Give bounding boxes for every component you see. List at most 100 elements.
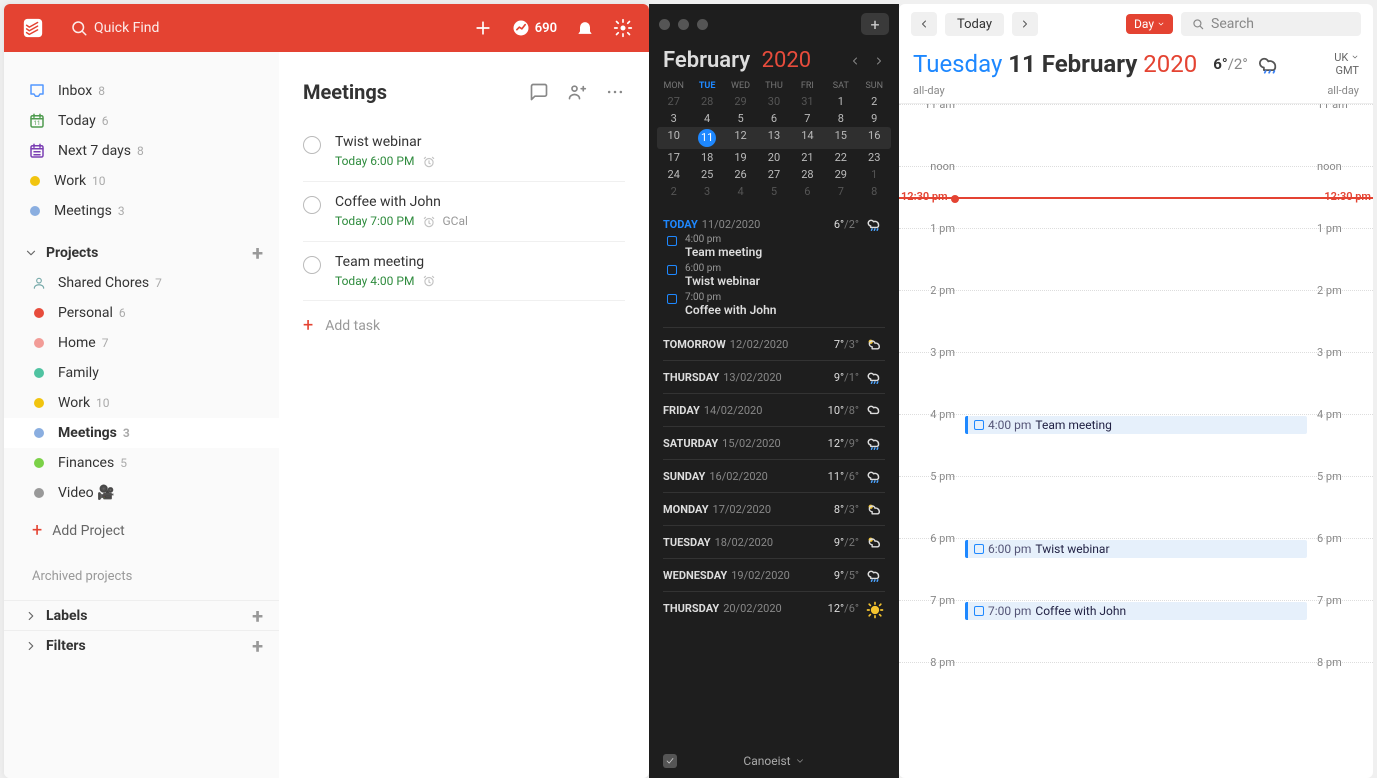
next-month-icon[interactable]	[873, 55, 885, 67]
mini-day[interactable]: 28	[690, 93, 723, 110]
pinned-project-meetings[interactable]: Meetings3	[4, 196, 279, 226]
mini-day[interactable]: 30	[757, 93, 790, 110]
mini-day[interactable]: 6	[791, 183, 824, 200]
mini-day[interactable]: 8	[824, 110, 857, 127]
prev-month-icon[interactable]	[849, 55, 861, 67]
add-icon[interactable]: +	[252, 634, 263, 658]
agenda-event[interactable]: 4:00 pmTeam meeting	[663, 232, 885, 261]
event-checkbox-icon[interactable]	[974, 606, 984, 616]
project-video[interactable]: Video 🎥	[4, 478, 279, 508]
agenda-event[interactable]: 6:00 pmTwist webinar	[663, 261, 885, 290]
filter-next-7-days[interactable]: Next 7 days8	[4, 136, 279, 166]
calendar-grid[interactable]: 11 am11 amnoonnoon1 pm1 pm2 pm2 pm3 pm3 …	[899, 104, 1373, 778]
mini-day[interactable]: 26	[724, 166, 757, 183]
project-personal[interactable]: Personal6	[4, 298, 279, 328]
task-checkbox[interactable]	[303, 256, 321, 274]
today-button[interactable]: Today	[945, 13, 1004, 36]
hour-row[interactable]: 8 pm8 pm	[899, 662, 1373, 724]
project-sharedchores[interactable]: Shared Chores7	[4, 268, 279, 298]
project-home[interactable]: Home7	[4, 328, 279, 358]
mini-day[interactable]: 2	[858, 93, 891, 110]
mini-day[interactable]: 23	[858, 149, 891, 166]
mini-day[interactable]: 29	[824, 166, 857, 183]
add-project-button[interactable]: + Add Project	[4, 508, 279, 553]
project-family[interactable]: Family	[4, 358, 279, 388]
mini-day[interactable]: 4	[724, 183, 757, 200]
mini-day[interactable]: 7	[791, 110, 824, 127]
profile-name[interactable]: Canoeist	[743, 754, 790, 768]
mini-day[interactable]: 1	[824, 93, 857, 110]
event-checkbox-icon[interactable]	[974, 420, 984, 430]
mini-day[interactable]: 21	[791, 149, 824, 166]
mini-day[interactable]: 27	[757, 166, 790, 183]
mini-day[interactable]: 15	[824, 127, 857, 149]
add-event-button[interactable]: +	[861, 13, 889, 35]
calendar-event[interactable]: 4:00 pmTeam meeting	[965, 416, 1307, 434]
mini-day[interactable]: 12	[724, 127, 757, 149]
mini-day[interactable]: 13	[757, 127, 790, 149]
agenda-day-list[interactable]: TODAY11/02/20206°/2°4:00 pmTeam meeting6…	[649, 208, 899, 744]
projects-header[interactable]: Projects +	[4, 238, 279, 268]
hour-row[interactable]: 5 pm5 pm	[899, 476, 1373, 538]
mini-day[interactable]: 5	[757, 183, 790, 200]
filter-inbox[interactable]: Inbox8	[4, 76, 279, 106]
mini-day[interactable]: 19	[724, 149, 757, 166]
calendar-event[interactable]: 6:00 pmTwist webinar	[965, 540, 1307, 558]
locale-info[interactable]: UK GMT	[1334, 51, 1359, 77]
project-work[interactable]: Work10	[4, 388, 279, 418]
mini-day[interactable]: 11	[690, 127, 723, 149]
event-checkbox-icon[interactable]	[667, 236, 677, 246]
pinned-project-work[interactable]: Work10	[4, 166, 279, 196]
quick-find[interactable]: Quick Find	[70, 19, 473, 37]
task-row[interactable]: Coffee with JohnToday 7:00 PMGCal	[303, 182, 625, 242]
add-icon[interactable]: +	[252, 604, 263, 628]
agenda-event[interactable]: 7:00 pmCoffee with John	[663, 290, 885, 319]
mini-day[interactable]: 14	[791, 127, 824, 149]
mini-day[interactable]: 28	[791, 166, 824, 183]
event-checkbox-icon[interactable]	[667, 294, 677, 304]
task-row[interactable]: Twist webinarToday 6:00 PM	[303, 122, 625, 182]
task-checkbox[interactable]	[303, 136, 321, 154]
mini-day[interactable]: 8	[858, 183, 891, 200]
task-checkbox[interactable]	[303, 196, 321, 214]
traffic-close-icon[interactable]	[659, 19, 670, 30]
mini-day[interactable]: 3	[690, 183, 723, 200]
mini-day[interactable]: 5	[724, 110, 757, 127]
project-meetings[interactable]: Meetings3	[4, 418, 279, 448]
todoist-logo-icon[interactable]	[20, 15, 46, 41]
mini-day[interactable]: 18	[690, 149, 723, 166]
gear-icon[interactable]	[613, 18, 633, 38]
prev-day-button[interactable]	[911, 12, 937, 36]
task-row[interactable]: Team meetingToday 4:00 PM	[303, 242, 625, 302]
mini-day[interactable]: 31	[791, 93, 824, 110]
section-filters[interactable]: Filters+	[4, 630, 279, 660]
mini-day[interactable]: 1	[858, 166, 891, 183]
traffic-max-icon[interactable]	[697, 19, 708, 30]
project-finances[interactable]: Finances5	[4, 448, 279, 478]
karma-counter[interactable]: 690	[511, 18, 557, 38]
mini-day[interactable]: 29	[724, 93, 757, 110]
mini-day[interactable]: 3	[657, 110, 690, 127]
more-icon[interactable]	[605, 82, 625, 102]
view-selector[interactable]: Day	[1126, 14, 1173, 34]
mini-day[interactable]: 2	[657, 183, 690, 200]
add-project-icon[interactable]: +	[252, 241, 263, 265]
section-labels[interactable]: Labels+	[4, 600, 279, 630]
bell-icon[interactable]	[575, 18, 595, 38]
mini-day[interactable]: 9	[858, 110, 891, 127]
mini-calendar[interactable]: MONTUEWEDTHUFRISATSUN 272829303112345678…	[649, 75, 899, 208]
mini-day[interactable]: 24	[657, 166, 690, 183]
mini-day[interactable]: 20	[757, 149, 790, 166]
hour-row[interactable]: 3 pm3 pm	[899, 352, 1373, 414]
mini-day[interactable]: 10	[657, 127, 690, 149]
next-day-button[interactable]	[1012, 12, 1038, 36]
share-icon[interactable]	[567, 82, 587, 102]
mini-day[interactable]: 22	[824, 149, 857, 166]
mini-day[interactable]: 17	[657, 149, 690, 166]
calendar-search[interactable]: Search	[1181, 12, 1361, 36]
mini-day[interactable]: 16	[858, 127, 891, 149]
filter-today[interactable]: 11Today6	[4, 106, 279, 136]
traffic-min-icon[interactable]	[678, 19, 689, 30]
hour-row[interactable]: 1 pm1 pm	[899, 228, 1373, 290]
mini-day[interactable]: 7	[824, 183, 857, 200]
